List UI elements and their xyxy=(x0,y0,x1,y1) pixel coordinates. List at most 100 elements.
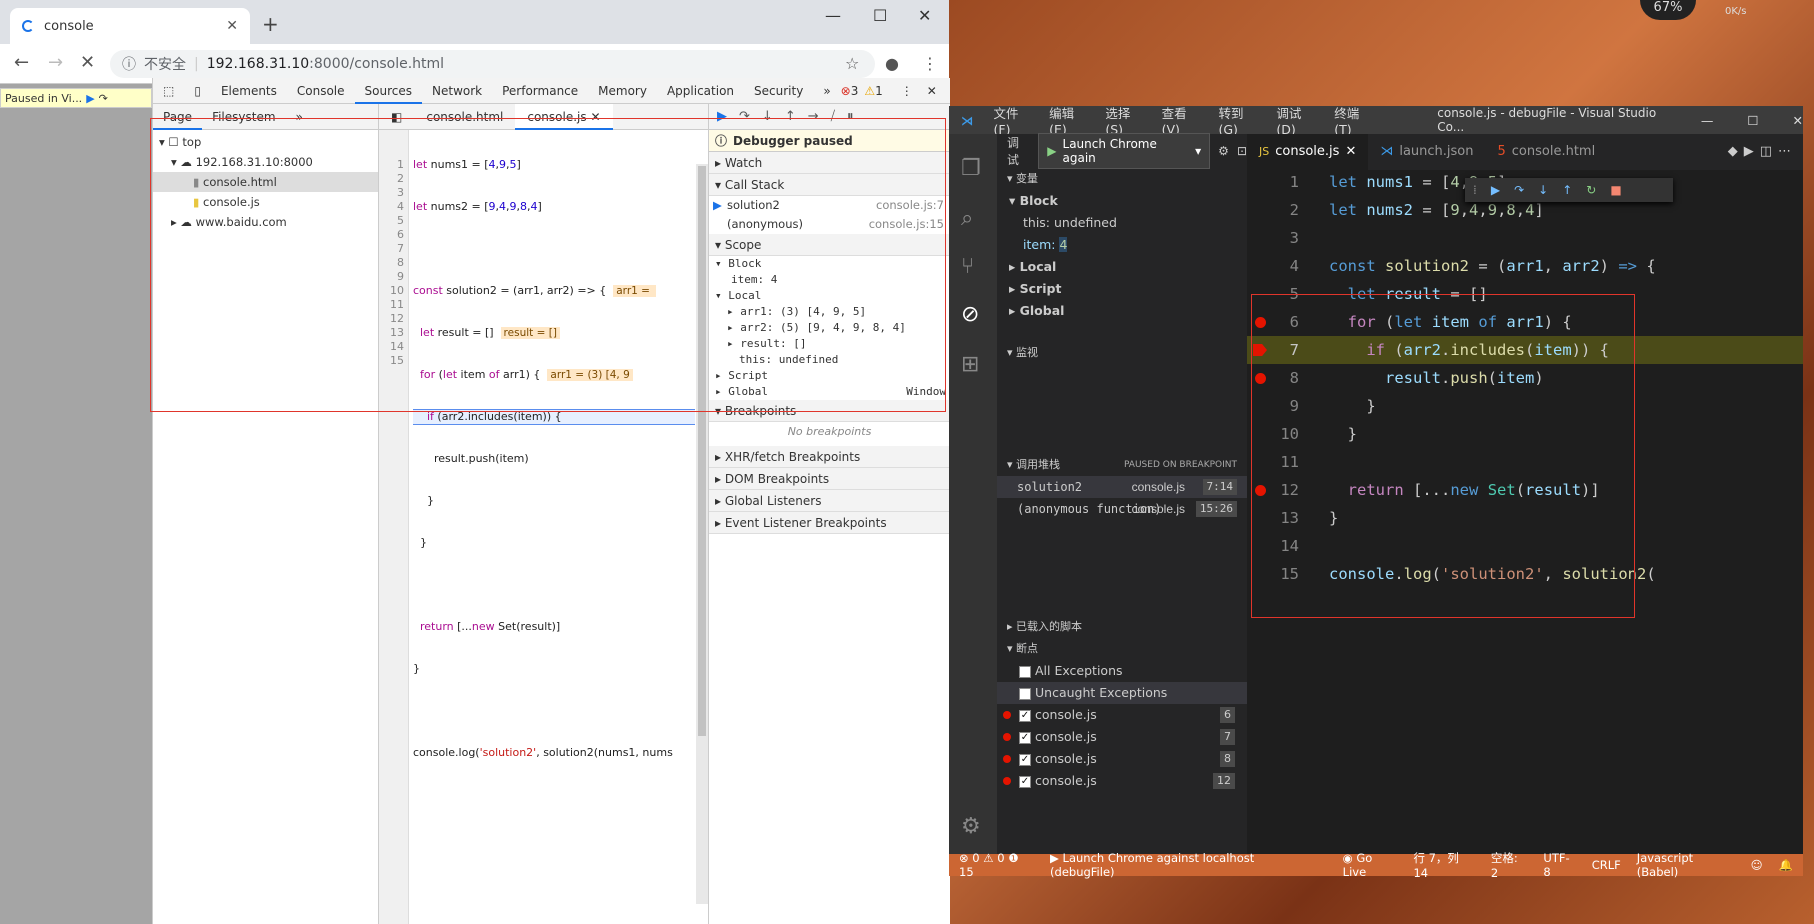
nav-tab-page[interactable]: Page xyxy=(153,104,203,130)
section-scope[interactable]: ▾ Scope xyxy=(709,234,950,256)
address-bar[interactable]: ⓘ 不安全 | 192.168.31.10:8000/console.html xyxy=(110,50,875,78)
callstack-frame[interactable]: ▶ solution2 console.js:7 xyxy=(709,196,950,215)
browser-tab[interactable]: console ✕ xyxy=(10,8,250,44)
more-icon[interactable]: ⋯ xyxy=(1778,134,1791,170)
warning-icon[interactable]: ⚠ xyxy=(864,84,875,98)
menu-debug[interactable]: 调试(D) xyxy=(1268,103,1326,137)
menu-go[interactable]: 转到(G) xyxy=(1210,103,1268,137)
launch-status[interactable]: ▶ Launch Chrome against localhost (debug… xyxy=(1050,851,1313,879)
scope-global[interactable]: ▸ Global Window xyxy=(715,384,950,400)
scope-result[interactable]: ▸ result: [] xyxy=(715,336,950,352)
source-control-icon[interactable]: ⑂ xyxy=(961,254,974,279)
code-area[interactable]: 1let nums1 = [4,9,5] 2let nums2 = [9,4,9… xyxy=(1247,170,1803,588)
account-icon[interactable]: ● xyxy=(885,54,899,73)
tree-host[interactable]: ▾ ☁ 192.168.31.10:8000 xyxy=(153,152,378,172)
menu-icon[interactable]: ⋮ xyxy=(922,54,938,73)
go-live[interactable]: ◉ Go Live xyxy=(1343,851,1398,879)
sidebar-toggle-icon[interactable]: ◧ xyxy=(379,104,414,130)
tree-top[interactable]: ▾ ☐ top xyxy=(153,132,378,152)
var-global[interactable]: ▸ Global xyxy=(997,300,1247,322)
breakpoint-dot-icon[interactable] xyxy=(1255,373,1266,384)
tab-memory[interactable]: Memory xyxy=(588,78,657,104)
device-toggle-icon[interactable]: ▯ xyxy=(184,78,211,104)
editor-tab-js[interactable]: console.js ✕ xyxy=(515,103,613,130)
nav-tab-filesystem[interactable]: Filesystem xyxy=(202,104,285,130)
breakpoint-item[interactable]: ✓ console.js 8 xyxy=(997,748,1247,770)
breakpoint-item[interactable]: ✓ console.js 6 xyxy=(997,704,1247,726)
run-icon[interactable]: ▶ xyxy=(1744,134,1754,170)
split-editor-icon[interactable]: ◫ xyxy=(1760,134,1772,170)
var-block[interactable]: ▾ Block xyxy=(997,190,1247,212)
bp-uncaught-exceptions[interactable]: Uncaught Exceptions xyxy=(997,682,1247,704)
step-into-icon[interactable]: ↓ xyxy=(1538,183,1548,197)
back-icon[interactable]: ← xyxy=(14,52,29,73)
section-global-listeners[interactable]: ▸ Global Listeners xyxy=(709,490,950,512)
var-script[interactable]: ▸ Script xyxy=(997,278,1247,300)
devtools-close-icon[interactable]: ✕ xyxy=(927,84,937,98)
minimize-icon[interactable]: — xyxy=(1701,113,1714,128)
step-over-icon[interactable]: ↷ xyxy=(99,92,108,105)
info-icon[interactable]: ⓘ xyxy=(122,54,136,74)
tab-launch-json[interactable]: ⋊ launch.json xyxy=(1368,134,1485,170)
variables-section[interactable]: ▾ 变量 xyxy=(997,168,1247,190)
tab-console-html[interactable]: 5 console.html xyxy=(1486,134,1608,170)
drag-handle-icon[interactable]: ⁞ xyxy=(1473,183,1477,197)
devtools-menu-icon[interactable]: ⋮ xyxy=(901,84,913,98)
notification-bell-icon[interactable]: 🔔 xyxy=(1779,858,1793,872)
forward-icon[interactable]: → xyxy=(48,52,63,73)
tab-elements[interactable]: Elements xyxy=(211,78,287,104)
new-tab-icon[interactable]: + xyxy=(262,12,279,36)
more-nav-icon[interactable]: » xyxy=(286,104,313,130)
settings-gear-icon[interactable]: ⚙ xyxy=(961,814,981,839)
stack-frame[interactable]: solution2 console.js 7:14 xyxy=(997,476,1247,498)
deactivate-breakpoints-icon[interactable]: ⧸ xyxy=(831,109,835,124)
resume-icon[interactable]: ▶ xyxy=(86,92,94,105)
error-icon[interactable]: ⊗ xyxy=(841,84,851,98)
breakpoint-dot-icon[interactable] xyxy=(1255,317,1266,328)
menu-selection[interactable]: 选择(S) xyxy=(1097,103,1153,137)
step-out-icon[interactable]: ↑ xyxy=(785,109,796,124)
breakpoint-dot-icon[interactable] xyxy=(1255,485,1266,496)
tab-security[interactable]: Security xyxy=(744,78,813,104)
step-icon[interactable]: → xyxy=(808,109,819,124)
tree-baidu[interactable]: ▸ ☁ www.baidu.com xyxy=(153,212,378,232)
tab-console-js[interactable]: JS console.js ✕ xyxy=(1247,134,1369,170)
menu-terminal[interactable]: 终端(T) xyxy=(1326,103,1382,137)
loaded-scripts-section[interactable]: ▸ 已载入的脚本 xyxy=(997,616,1247,638)
breakpoints-section[interactable]: ▾ 断点 xyxy=(997,638,1247,660)
tab-application[interactable]: Application xyxy=(657,78,744,104)
restart-icon[interactable]: ↻ xyxy=(1586,183,1596,197)
stop-icon[interactable]: ✕ xyxy=(80,52,95,73)
section-callstack[interactable]: ▾ Call Stack xyxy=(709,174,950,196)
launch-config-select[interactable]: ▶ Launch Chrome again ▾ xyxy=(1038,133,1211,169)
debug-console-icon[interactable]: ⊡ xyxy=(1237,144,1247,158)
breakpoint-item[interactable]: ✓ console.js 12 xyxy=(997,770,1247,792)
bookmark-star-icon[interactable]: ☆ xyxy=(845,54,859,73)
var-item[interactable]: item: 4 xyxy=(997,234,1247,256)
var-this[interactable]: this: undefined xyxy=(997,212,1247,234)
menu-file[interactable]: 文件(F) xyxy=(986,103,1042,137)
step-over-icon[interactable]: ↷ xyxy=(739,109,750,124)
language-mode[interactable]: Javascript (Babel) xyxy=(1637,851,1735,879)
close-window-icon[interactable]: ✕ xyxy=(1793,113,1803,128)
step-into-icon[interactable]: ↓ xyxy=(762,109,773,124)
scope-local[interactable]: ▾ Local xyxy=(715,288,950,304)
section-watch[interactable]: ▸ Watch xyxy=(709,152,950,174)
cursor-position[interactable]: 行 7，列 14 xyxy=(1413,850,1474,880)
editor-scrollbar[interactable] xyxy=(696,164,708,904)
section-breakpoints[interactable]: ▾ Breakpoints xyxy=(709,400,950,422)
encoding[interactable]: UTF-8 xyxy=(1543,851,1575,879)
line-ending[interactable]: CRLF xyxy=(1592,858,1621,872)
menu-edit[interactable]: 编辑(E) xyxy=(1041,103,1097,137)
section-event-listeners[interactable]: ▸ Event Listener Breakpoints xyxy=(709,512,950,534)
tab-performance[interactable]: Performance xyxy=(492,78,588,104)
scope-block[interactable]: ▾ Block xyxy=(715,256,950,272)
tree-file-js[interactable]: ▮ console.js xyxy=(153,192,378,212)
stop-icon[interactable]: ■ xyxy=(1610,183,1621,197)
tab-sources[interactable]: Sources xyxy=(354,78,422,104)
feedback-icon[interactable]: ☺ xyxy=(1751,858,1763,872)
var-local[interactable]: ▸ Local xyxy=(997,256,1247,278)
code-lines[interactable]: let nums1 = [4,9,5] let nums2 = [9,4,9,8… xyxy=(413,130,695,788)
scope-arr1[interactable]: ▸ arr1: (3) [4, 9, 5] xyxy=(715,304,950,320)
debug-icon[interactable]: ⊘ xyxy=(961,302,979,327)
